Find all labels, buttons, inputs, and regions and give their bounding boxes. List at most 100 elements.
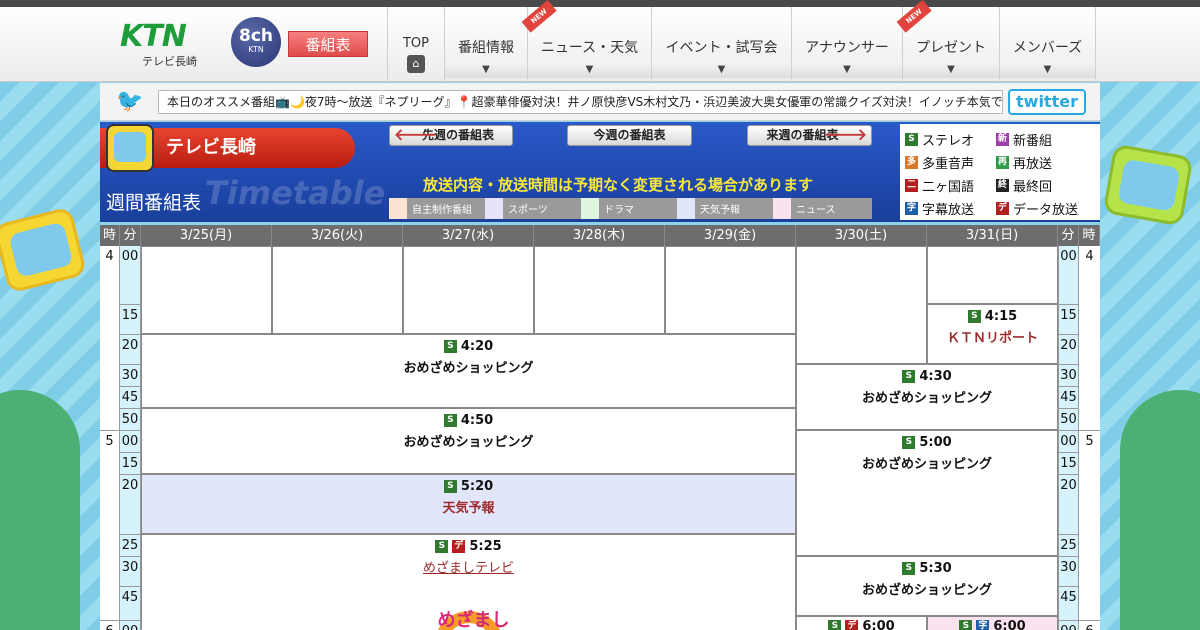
site-header: KTN テレビ長崎 8ch KTN 番組表 TOP ⌂ 番組情報 ▼ NEW ニ…: [0, 0, 1200, 82]
main-nav: TOP ⌂ 番組情報 ▼ NEW ニュース・天気 ▼ イベント・試写会 ▼ アナ…: [387, 0, 1096, 82]
nav-news-weather[interactable]: NEW ニュース・天気 ▼: [521, 0, 652, 82]
nav-members[interactable]: メンバーズ ▼: [1000, 7, 1096, 82]
program-time: 6:00: [862, 619, 895, 630]
twitter-bar: 🐦 本日のオススメ番組📺🌙夜7時～放送『ネプリーグ』📍超豪華俳優対決！井ノ原快彦…: [100, 83, 1100, 121]
minute-label: 15: [120, 304, 140, 323]
minute-label: 00: [1059, 430, 1078, 449]
genre-label: 天気予報: [700, 205, 740, 216]
program-cell[interactable]: S デ 6:00: [796, 616, 927, 630]
right-mascot-image: [1102, 143, 1194, 227]
this-week-button[interactable]: 今週の番組表: [567, 125, 692, 146]
minute-column-header: 分: [120, 225, 141, 246]
minute-label: 30: [120, 556, 140, 575]
day-header: 3/30(土): [796, 225, 927, 246]
symbol-final-episode: 終最終回: [996, 176, 1087, 195]
chevron-down-icon: ▼: [528, 62, 651, 78]
page-title: 週間番組表: [106, 192, 202, 214]
nav-present[interactable]: NEW プレゼント ▼: [896, 0, 1000, 82]
right-hill-decoration: [1120, 390, 1200, 630]
minute-label: 30: [120, 364, 140, 383]
program-time: 4:50: [460, 413, 494, 428]
program-cell[interactable]: S 5:30 おめざめショッピング: [796, 556, 1058, 616]
program-title: おめざめショッピング: [861, 583, 992, 598]
logo-text: KTN: [120, 19, 187, 54]
minute-column-left: 00 15 20 30 45 50 00 15 20 25 30 45 00: [120, 246, 141, 630]
genre-swatch: [581, 198, 599, 219]
program-cell[interactable]: S デ 5:25 めざましテレビ めざまし: [141, 534, 796, 630]
ktn-logo[interactable]: KTN テレビ長崎: [120, 21, 225, 69]
left-hill-decoration: [0, 390, 80, 630]
symbol-label: ステレオ: [922, 134, 975, 149]
program-guide-button[interactable]: 番組表: [288, 31, 368, 57]
nav-events[interactable]: イベント・試写会 ▼: [652, 7, 792, 82]
nav-announcers-label: アナウンサー: [805, 40, 889, 56]
program-time: 4:20: [460, 339, 494, 354]
stereo-icon: S: [443, 414, 457, 427]
program-title: 天気予報: [442, 501, 495, 516]
chevron-down-icon: ▼: [445, 62, 527, 78]
new-program-icon: 新: [996, 133, 1009, 146]
home-icon: ⌂: [407, 55, 425, 73]
twitter-ticker[interactable]: 本日のオススメ番組📺🌙夜7時～放送『ネプリーグ』📍超豪華俳優対決！井ノ原快彦VS…: [158, 90, 1003, 114]
day-header: 3/29(金): [665, 225, 796, 246]
next-week-button[interactable]: 来週の番組表 🡒: [747, 125, 872, 146]
minute-label: 00: [120, 430, 140, 449]
minute-label: 30: [1059, 364, 1078, 383]
day-header: 3/27(水): [403, 225, 534, 246]
program-time: 4:30: [919, 369, 952, 384]
symbol-label: 最終回: [1013, 180, 1053, 195]
program-cell[interactable]: S 字 6:00: [927, 616, 1058, 630]
symbol-multi-audio: 多多重音声: [905, 153, 996, 172]
empty-slot: [534, 246, 665, 334]
nav-members-label: メンバーズ: [1012, 40, 1083, 56]
program-cell[interactable]: S 4:15 ＫＴＮリポート: [927, 304, 1058, 364]
chevron-down-icon: ▼: [1000, 62, 1095, 78]
program-time: 5:00: [919, 435, 952, 450]
subtitles-icon: 字: [905, 202, 918, 215]
program-cell[interactable]: S 5:00 おめざめショッピング: [796, 430, 1058, 556]
program-title: おめざめショッピング: [861, 391, 992, 406]
program-cell[interactable]: S 5:20 天気予報: [141, 474, 796, 534]
empty-slot: [141, 246, 272, 334]
program-title: おめざめショッピング: [403, 361, 534, 376]
symbol-label: 新番組: [1013, 134, 1053, 149]
program-cell[interactable]: S 4:50 おめざめショッピング: [141, 408, 796, 474]
nav-program-info[interactable]: 番組情報 ▼: [445, 7, 528, 82]
prev-week-button[interactable]: 🡐 先週の番組表: [389, 125, 513, 146]
stereo-icon: S: [443, 340, 457, 353]
genre-weather: 天気予報: [677, 198, 773, 219]
program-title-link[interactable]: めざましテレビ: [142, 557, 795, 576]
genre-self-produced: 自主制作番組: [389, 198, 485, 219]
hour-column-header: 時: [1079, 225, 1100, 246]
minute-label: 00: [120, 620, 140, 630]
minute-label: 45: [120, 586, 140, 605]
genre-swatch: [677, 198, 695, 219]
program-title: ＫＴＮリポート: [946, 331, 1038, 346]
minute-label: 45: [120, 386, 140, 405]
nav-announcers[interactable]: アナウンサー ▼: [792, 7, 903, 82]
genre-label: ドラマ: [604, 205, 634, 216]
nav-present-label: プレゼント: [916, 40, 986, 56]
program-time: 5:20: [460, 479, 494, 494]
genre-label: ニュース: [796, 205, 836, 216]
symbol-rerun: 再再放送: [996, 153, 1087, 172]
minute-label: 00: [1060, 249, 1077, 264]
twitter-logo-button[interactable]: twitter: [1008, 89, 1086, 115]
empty-slot: [665, 246, 796, 334]
this-week-label: 今週の番組表: [593, 128, 666, 142]
hour-label: 5: [1079, 430, 1100, 620]
multi-audio-icon: 多: [905, 156, 918, 169]
minute-label: 15: [120, 452, 140, 471]
day-header: 3/28(木): [534, 225, 665, 246]
chevron-down-icon: ▼: [903, 62, 999, 78]
minute-label: 20: [1059, 474, 1078, 493]
symbol-label: 二ヶ国語: [922, 180, 975, 195]
genre-swatch: [773, 198, 791, 219]
nav-news-weather-label: ニュース・天気: [540, 40, 639, 56]
nav-top[interactable]: TOP ⌂: [388, 7, 445, 82]
program-cell[interactable]: S 4:20 おめざめショッピング: [141, 334, 796, 408]
stereo-icon: S: [435, 540, 449, 553]
genre-sports: スポーツ: [485, 198, 581, 219]
hour-label: 4: [1085, 249, 1094, 264]
program-cell[interactable]: S 4:30 おめざめショッピング: [796, 364, 1058, 430]
